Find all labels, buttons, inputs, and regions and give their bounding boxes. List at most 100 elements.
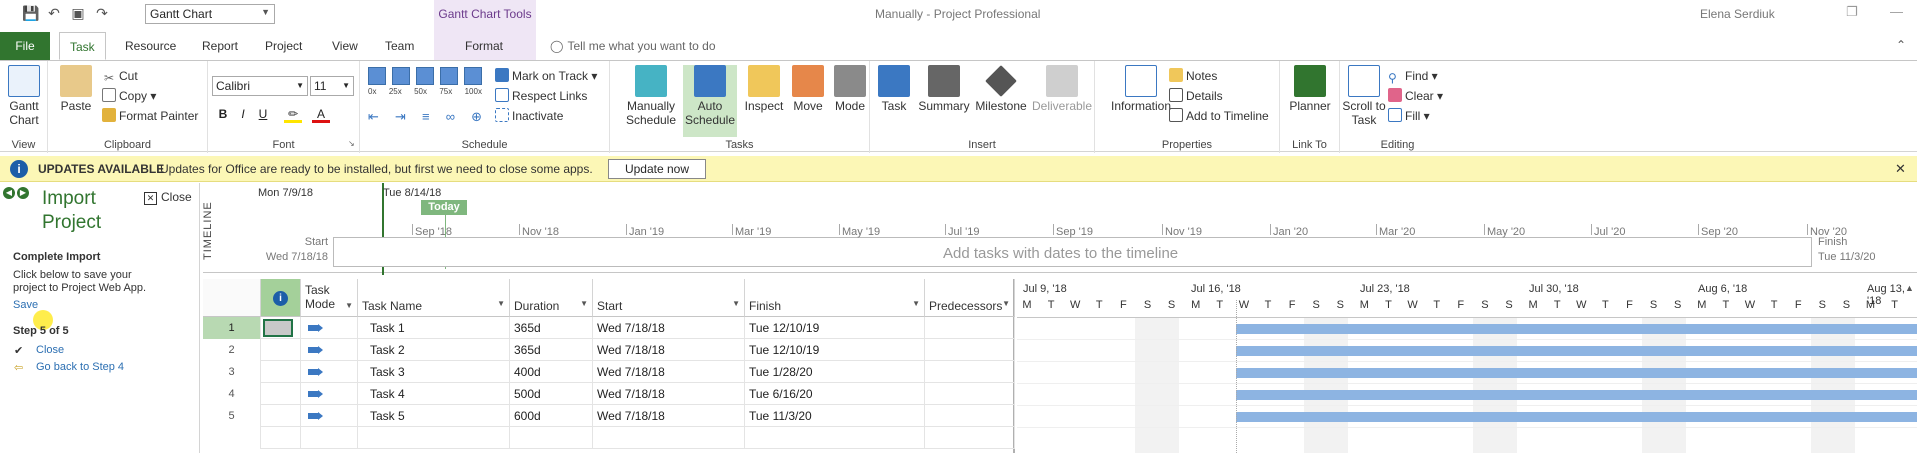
row-number[interactable]: 1 xyxy=(203,317,261,339)
add-to-timeline-button[interactable]: Add to Timeline xyxy=(1169,107,1269,125)
respect-links-button[interactable]: Respect Links xyxy=(495,87,587,105)
table-row[interactable] xyxy=(203,427,1015,449)
update-now-button[interactable]: Update now xyxy=(608,159,706,179)
save-icon[interactable]: 💾 xyxy=(22,5,39,21)
go-back-link[interactable]: Go back to Step 4 xyxy=(36,361,124,373)
scroll-to-task-button[interactable]: Scroll to Task xyxy=(1342,65,1386,127)
duration-cell[interactable]: 600d xyxy=(510,405,593,427)
underline-button[interactable]: U xyxy=(254,105,272,123)
chevron-down-icon[interactable]: ▼ xyxy=(912,299,920,308)
notes-button[interactable]: Notes xyxy=(1169,67,1217,85)
font-size-select[interactable]: 11 ▼ xyxy=(310,76,354,96)
link-tasks-icon[interactable]: ∞ xyxy=(446,109,455,125)
column-header-predecessors[interactable]: Predecessors ▼ xyxy=(925,279,1015,317)
undo-icon[interactable]: ↶ xyxy=(46,5,62,21)
clear-button[interactable]: Clear ▾ xyxy=(1388,87,1443,105)
back-arrow-icon[interactable]: ◀ xyxy=(3,187,15,199)
highlight-color-icon[interactable]: ✏ xyxy=(284,105,302,123)
start-cell[interactable]: Wed 7/18/18 xyxy=(593,361,745,383)
indicator-cell[interactable] xyxy=(261,427,301,449)
cut-button[interactable]: ✂ Cut xyxy=(102,67,138,85)
task-bar[interactable] xyxy=(1236,324,1917,334)
fill-button[interactable]: Fill ▾ xyxy=(1388,107,1430,125)
outdent-icon[interactable]: ⇤ xyxy=(368,109,379,125)
column-header-start[interactable]: Start ▼ xyxy=(593,279,745,317)
indent-icon[interactable]: ⇥ xyxy=(395,109,406,125)
task-mode-cell[interactable] xyxy=(301,427,358,449)
chevron-down-icon[interactable]: ▼ xyxy=(580,299,588,308)
indicator-cell[interactable] xyxy=(261,383,301,405)
user-name[interactable]: Elena Serdiuk xyxy=(1700,7,1775,21)
chevron-down-icon[interactable]: ▼ xyxy=(497,299,505,308)
chevron-down-icon[interactable]: ▼ xyxy=(1002,299,1010,308)
row-number[interactable] xyxy=(203,427,261,449)
task-name-cell[interactable]: Task 3 xyxy=(358,361,510,383)
tab-format[interactable]: Format xyxy=(455,32,513,60)
tab-task[interactable]: Task xyxy=(59,32,106,60)
close-link[interactable]: Close xyxy=(36,344,64,356)
predecessors-cell[interactable] xyxy=(925,361,1015,383)
task-name-cell[interactable] xyxy=(358,427,510,449)
chevron-down-icon[interactable]: ▼ xyxy=(732,299,740,308)
font-name-select[interactable]: Calibri ▼ xyxy=(212,76,308,96)
task-mode-cell[interactable] xyxy=(301,339,358,361)
milestone-button[interactable]: Milestone xyxy=(972,65,1030,113)
select-all-corner[interactable] xyxy=(203,279,261,317)
duration-cell[interactable]: 500d xyxy=(510,383,593,405)
gantt-chart-area[interactable]: Jul 9, '18 Jul 16, '18 Jul 23, '18 Jul 3… xyxy=(1017,279,1917,453)
split-task-icon[interactable]: ≡ xyxy=(422,109,430,125)
auto-schedule-button[interactable]: Auto Schedule xyxy=(683,65,737,137)
tab-view[interactable]: View xyxy=(322,32,368,60)
finish-cell[interactable]: Tue 12/10/19 xyxy=(745,317,925,339)
close-icon[interactable]: ✕ xyxy=(1895,161,1906,177)
tell-me-box[interactable]: ◯ Tell me what you want to do xyxy=(550,39,716,53)
percent-25-icon[interactable] xyxy=(392,67,410,85)
font-color-icon[interactable]: A xyxy=(312,105,330,123)
table-row[interactable]: 3 Task 3 400d Wed 7/18/18 Tue 1/28/20 xyxy=(203,361,1015,383)
tab-project[interactable]: Project xyxy=(255,32,312,60)
row-number[interactable]: 2 xyxy=(203,339,261,361)
view-selector[interactable]: Gantt Chart ▼ xyxy=(145,4,275,24)
task-bar[interactable] xyxy=(1236,390,1917,400)
start-cell[interactable]: Wed 7/18/18 xyxy=(593,383,745,405)
format-painter-button[interactable]: Format Painter xyxy=(102,107,198,125)
percent-0-icon[interactable] xyxy=(368,67,386,85)
scroll-up-icon[interactable]: ▲ xyxy=(1902,283,1917,298)
finish-cell[interactable]: Tue 11/3/20 xyxy=(745,405,925,427)
minimize-icon[interactable]: — xyxy=(1890,4,1903,19)
predecessors-cell[interactable] xyxy=(925,339,1015,361)
tab-report[interactable]: Report xyxy=(192,32,248,60)
indicator-cell[interactable] xyxy=(261,405,301,427)
mark-on-track-button[interactable]: Mark on Track ▾ xyxy=(495,67,597,85)
organizer-icon[interactable]: ▣ xyxy=(70,5,86,21)
insert-task-button[interactable]: Task xyxy=(874,65,914,113)
planner-button[interactable]: Planner xyxy=(1286,65,1334,113)
task-name-cell[interactable]: Task 5 xyxy=(358,405,510,427)
gantt-chart-button[interactable]: Gantt Chart xyxy=(6,65,42,127)
find-button[interactable]: ⚲ Find ▾ xyxy=(1388,67,1438,85)
task-mode-cell[interactable] xyxy=(301,383,358,405)
deliverable-button[interactable]: Deliverable xyxy=(1030,65,1094,113)
table-row[interactable]: 1 Task 1 365d Wed 7/18/18 Tue 12/10/19 xyxy=(203,317,1015,339)
duration-cell[interactable]: 400d xyxy=(510,361,593,383)
row-number[interactable]: 4 xyxy=(203,383,261,405)
finish-cell[interactable]: Tue 6/16/20 xyxy=(745,383,925,405)
redo-icon[interactable]: ↷ xyxy=(94,5,110,21)
inactivate-button[interactable]: Inactivate xyxy=(495,107,563,125)
duration-cell[interactable]: 365d xyxy=(510,339,593,361)
start-cell[interactable]: Wed 7/18/18 xyxy=(593,339,745,361)
table-row[interactable]: 4 Task 4 500d Wed 7/18/18 Tue 6/16/20 xyxy=(203,383,1015,405)
task-name-cell[interactable]: Task 2 xyxy=(358,339,510,361)
column-header-finish[interactable]: Finish ▼ xyxy=(745,279,925,317)
finish-cell[interactable] xyxy=(745,427,925,449)
percent-75-icon[interactable] xyxy=(440,67,458,85)
row-number[interactable]: 5 xyxy=(203,405,261,427)
finish-cell[interactable]: Tue 1/28/20 xyxy=(745,361,925,383)
bold-button[interactable]: B xyxy=(214,105,232,123)
paste-button[interactable]: Paste xyxy=(56,65,96,113)
table-row[interactable]: 2 Task 2 365d Wed 7/18/18 Tue 12/10/19 xyxy=(203,339,1015,361)
task-mode-cell[interactable] xyxy=(301,405,358,427)
chevron-down-icon[interactable]: ▼ xyxy=(345,299,353,313)
tab-resource[interactable]: Resource xyxy=(115,32,186,60)
task-name-cell[interactable]: Task 1 xyxy=(358,317,510,339)
